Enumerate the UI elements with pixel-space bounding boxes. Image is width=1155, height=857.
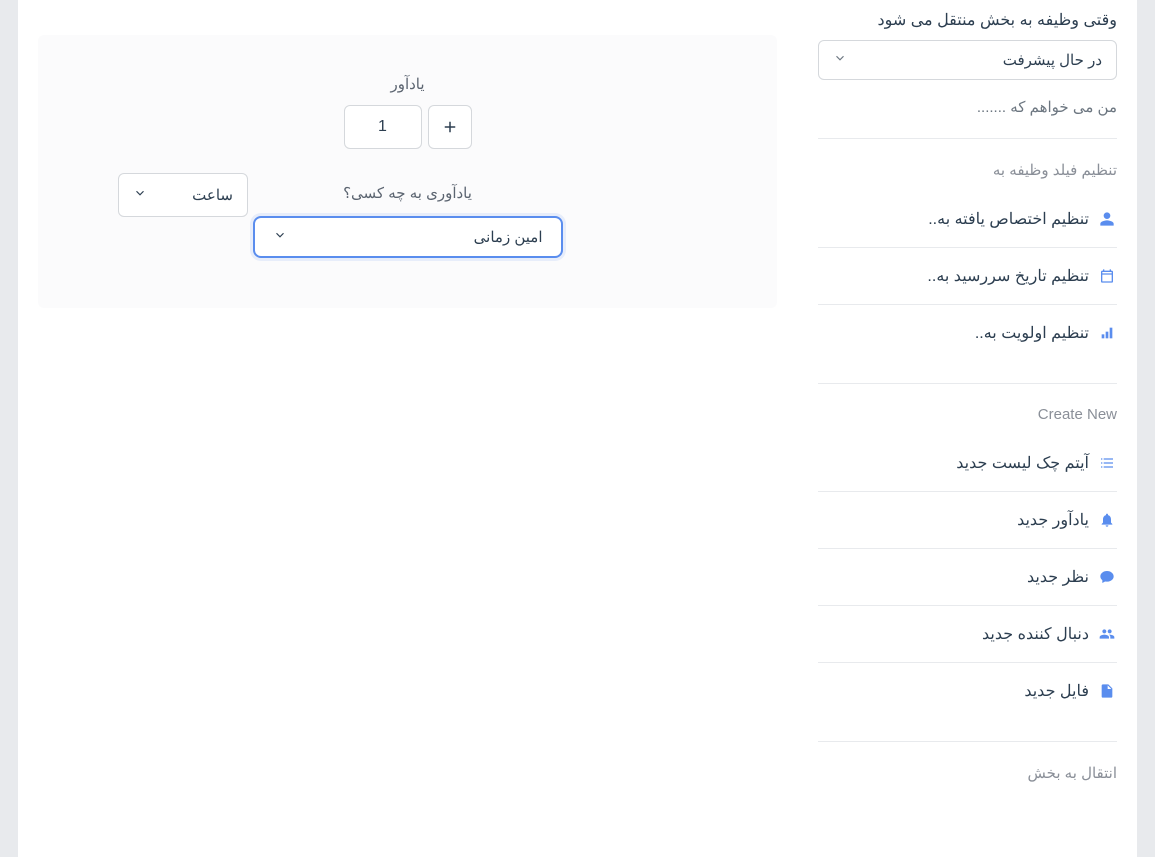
priority-icon: [1097, 325, 1117, 341]
action-new-comment[interactable]: نظر جدید: [818, 549, 1117, 606]
divider: [818, 138, 1117, 139]
action-label: نظر جدید: [1027, 567, 1089, 587]
action-new-follower[interactable]: دنبال کننده جدید: [818, 606, 1117, 663]
bell-icon: [1097, 512, 1117, 528]
hint-text: من می خواهم که .......: [818, 98, 1117, 116]
action-set-priority[interactable]: تنظیم اولویت به..: [818, 305, 1117, 361]
users-icon: [1097, 626, 1117, 642]
comment-icon: [1097, 569, 1117, 585]
action-label: یادآور جدید: [1017, 510, 1089, 530]
trigger-label: وقتی وظیفه به بخش منتقل می شود: [818, 10, 1117, 30]
file-icon: [1097, 683, 1117, 699]
remind-person-select[interactable]: امین زمانی: [253, 216, 563, 258]
action-label: تنظیم اختصاص یافته به..: [928, 209, 1089, 229]
reminder-card: یادآور ساعت: [38, 35, 777, 308]
chevron-down-icon: [833, 51, 847, 69]
status-select-value: در حال پیشرفت: [1003, 51, 1102, 69]
status-select[interactable]: در حال پیشرفت: [818, 40, 1117, 80]
add-reminder-button[interactable]: [428, 105, 472, 149]
chevron-down-icon: [133, 186, 147, 204]
section-field-title: تنظیم فیلد وظیفه به: [818, 161, 1117, 179]
section-create-title: Create New: [818, 406, 1117, 423]
modal-container: وقتی وظیفه به بخش منتقل می شود در حال پی…: [18, 0, 1137, 857]
action-new-reminder[interactable]: یادآور جدید: [818, 492, 1117, 549]
checklist-icon: [1097, 455, 1117, 471]
reminder-label: یادآور: [390, 75, 424, 93]
divider: [818, 383, 1117, 384]
action-new-file[interactable]: فایل جدید: [818, 663, 1117, 719]
time-unit-value: ساعت: [192, 186, 233, 204]
time-unit-select[interactable]: ساعت: [118, 173, 248, 217]
action-new-checklist[interactable]: آیتم چک لیست جدید: [818, 435, 1117, 492]
action-label: تنظیم تاریخ سررسید به..: [927, 266, 1089, 286]
calendar-icon: [1097, 268, 1117, 284]
chevron-down-icon: [273, 228, 287, 246]
sidebar-panel: وقتی وظیفه به بخش منتقل می شود در حال پی…: [797, 0, 1137, 857]
user-icon: [1097, 211, 1117, 227]
remind-who-label: یادآوری به چه کسی؟: [343, 184, 472, 202]
divider: [818, 741, 1117, 742]
remind-person-value: امین زمانی: [474, 228, 543, 246]
action-label: تنظیم اولویت به..: [975, 323, 1089, 343]
section-move-title: انتقال به بخش: [818, 764, 1117, 782]
action-label: فایل جدید: [1024, 681, 1089, 701]
action-set-assignee[interactable]: تنظیم اختصاص یافته به..: [818, 191, 1117, 248]
action-label: دنبال کننده جدید: [982, 624, 1089, 644]
create-action-list: آیتم چک لیست جدید یادآور جدید نظر جدید د…: [818, 435, 1117, 719]
action-set-due-date[interactable]: تنظیم تاریخ سررسید به..: [818, 248, 1117, 305]
action-label: آیتم چک لیست جدید: [956, 453, 1089, 473]
main-panel: یادآور ساعت: [18, 0, 797, 857]
field-action-list: تنظیم اختصاص یافته به.. تنظیم تاریخ سررس…: [818, 191, 1117, 361]
reminder-count-input[interactable]: [344, 105, 422, 149]
